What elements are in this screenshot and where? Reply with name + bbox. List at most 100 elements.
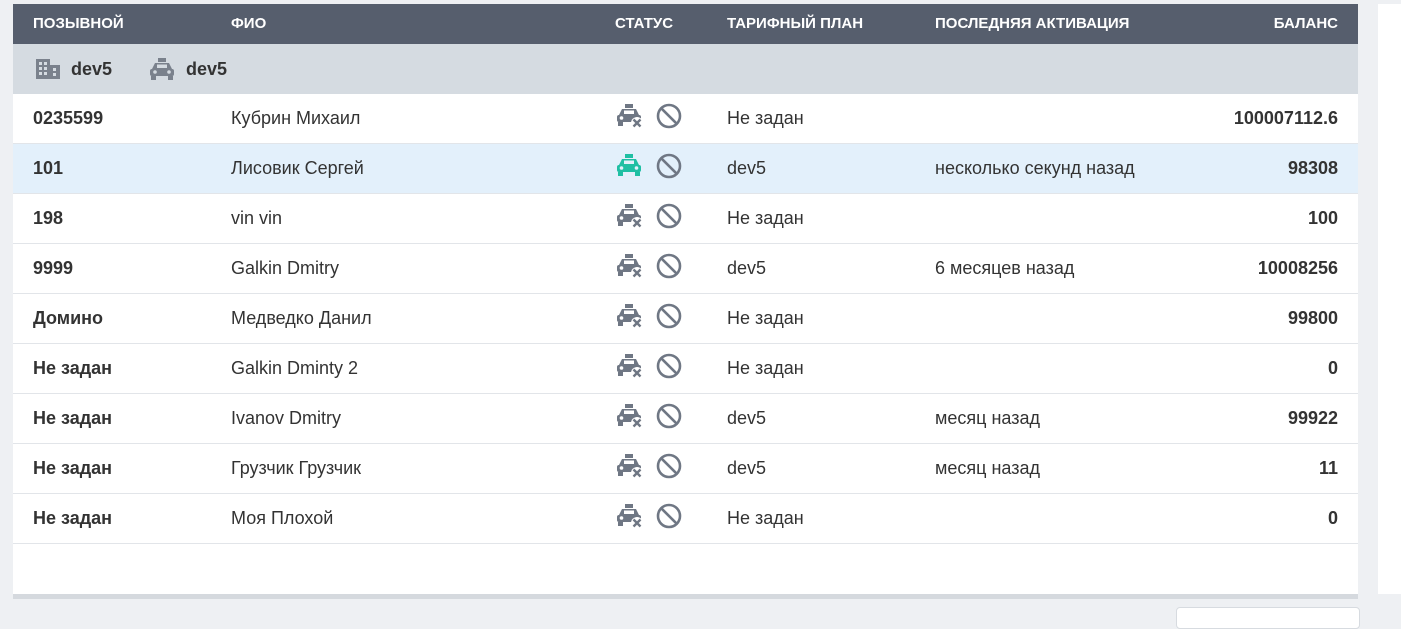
horizontal-scrollbar[interactable] <box>13 594 1358 599</box>
block-icon[interactable] <box>656 353 682 384</box>
last-activation-cell <box>935 494 1135 543</box>
callsign-cell: 101 <box>33 158 64 178</box>
last-activation-cell <box>935 194 1135 243</box>
callsign-cell: 0235599 <box>33 108 104 128</box>
balance-cell: 100007112.6 <box>1233 108 1338 128</box>
driver-name-cell: Грузчик Грузчик <box>231 458 362 478</box>
group-office: dev5 <box>35 57 112 81</box>
callsign-cell: Не задан <box>33 508 113 528</box>
last-activation-cell: несколько секунд назад <box>935 158 1135 178</box>
balance-cell: 100 <box>1307 208 1338 228</box>
callsign-cell: 9999 <box>33 258 74 278</box>
table-row[interactable]: Домино Медведко Данил Не задан 99800 <box>13 294 1358 344</box>
block-icon[interactable] <box>656 403 682 434</box>
group-row[interactable]: dev5 dev5 <box>13 44 1358 94</box>
driver-name-cell: Galkin Dmitry <box>231 258 340 278</box>
header-name[interactable]: ФИО <box>231 15 266 32</box>
last-activation-cell: 6 месяцев назад <box>935 258 1075 278</box>
block-icon[interactable] <box>656 103 682 134</box>
status-cell <box>616 394 682 443</box>
block-icon[interactable] <box>656 153 682 184</box>
table-row[interactable]: 9999 Galkin Dmitry dev5 6 месяцев назад … <box>13 244 1358 294</box>
car-offline-icon <box>616 103 644 134</box>
tariff-cell: dev5 <box>727 458 767 478</box>
table-row[interactable]: Не задан Грузчик Грузчик dev5 месяц наза… <box>13 444 1358 494</box>
last-activation-cell: месяц назад <box>935 408 1040 428</box>
status-cell <box>616 94 682 143</box>
tariff-cell: Не задан <box>727 308 804 328</box>
block-icon[interactable] <box>656 303 682 334</box>
side-panel <box>1378 4 1401 594</box>
callsign-cell: Домино <box>33 308 104 328</box>
taxi-car-icon <box>150 58 174 80</box>
table-row[interactable]: 101 Лисовик Сергей dev5 несколько секунд… <box>13 144 1358 194</box>
car-offline-icon <box>616 353 644 384</box>
tariff-cell: dev5 <box>727 258 767 278</box>
balance-cell: 0 <box>1327 358 1338 378</box>
car-offline-icon <box>616 453 644 484</box>
table-row[interactable]: Не задан Моя Плохой Не задан 0 <box>13 494 1358 544</box>
header-balance[interactable]: БАЛАНС <box>1274 15 1338 32</box>
status-cell <box>616 144 682 193</box>
table-header: ПОЗЫВНОЙ ФИО СТАТУС ТАРИФНЫЙ ПЛАН ПОСЛЕД… <box>13 4 1358 44</box>
header-callsign[interactable]: ПОЗЫВНОЙ <box>33 15 124 32</box>
block-icon[interactable] <box>656 453 682 484</box>
balance-cell: 11 <box>1318 458 1338 478</box>
tariff-cell: Не задан <box>727 508 804 528</box>
tariff-cell: Не задан <box>727 108 804 128</box>
office-building-icon <box>36 59 60 79</box>
group-car-label: dev5 <box>186 58 228 79</box>
driver-name-cell: Кубрин Михаил <box>231 108 361 128</box>
car-online-icon <box>616 153 644 184</box>
tariff-cell: dev5 <box>727 158 767 178</box>
driver-name-cell: Ivanov Dmitry <box>231 408 342 428</box>
table-row[interactable]: 198 vin vin Не задан 100 <box>13 194 1358 244</box>
header-last-activation[interactable]: ПОСЛЕДНЯЯ АКТИВАЦИЯ <box>935 15 1129 32</box>
callsign-cell: 198 <box>33 208 64 228</box>
drivers-table: ПОЗЫВНОЙ ФИО СТАТУС ТАРИФНЫЙ ПЛАН ПОСЛЕД… <box>13 4 1358 594</box>
balance-cell: 98308 <box>1287 158 1338 178</box>
header-status[interactable]: СТАТУС <box>615 15 673 32</box>
table-body: 0235599 Кубрин Михаил Не задан 100007112… <box>13 94 1358 544</box>
driver-name-cell: Медведко Данил <box>231 308 372 328</box>
tariff-cell: dev5 <box>727 408 767 428</box>
driver-name-cell: Galkin Dminty 2 <box>231 358 359 378</box>
tariff-cell: Не задан <box>727 208 804 228</box>
balance-cell: 99922 <box>1287 408 1338 428</box>
table-row[interactable]: 0235599 Кубрин Михаил Не задан 100007112… <box>13 94 1358 144</box>
header-tariff[interactable]: ТАРИФНЫЙ ПЛАН <box>727 15 863 32</box>
driver-name-cell: Лисовик Сергей <box>231 158 364 178</box>
status-cell <box>616 194 682 243</box>
driver-name-cell: Моя Плохой <box>231 508 334 528</box>
status-cell <box>616 494 682 543</box>
last-activation-cell <box>935 294 1135 343</box>
bottom-button[interactable] <box>1176 607 1360 629</box>
table-row[interactable]: Не задан Galkin Dminty 2 Не задан 0 <box>13 344 1358 394</box>
status-cell <box>616 294 682 343</box>
balance-cell: 99800 <box>1287 308 1338 328</box>
callsign-cell: Не задан <box>33 458 113 478</box>
last-activation-cell: месяц назад <box>935 458 1040 478</box>
car-offline-icon <box>616 253 644 284</box>
block-icon[interactable] <box>656 503 682 534</box>
block-icon[interactable] <box>656 203 682 234</box>
callsign-cell: Не задан <box>33 408 113 428</box>
car-offline-icon <box>616 503 644 534</box>
status-cell <box>616 244 682 293</box>
callsign-cell: Не задан <box>33 358 113 378</box>
status-cell <box>616 444 682 493</box>
last-activation-cell <box>935 344 1135 393</box>
block-icon[interactable] <box>656 253 682 284</box>
group-car: dev5 <box>148 57 227 81</box>
car-offline-icon <box>616 403 644 434</box>
driver-name-cell: vin vin <box>231 208 283 228</box>
balance-cell: 0 <box>1327 508 1338 528</box>
group-office-label: dev5 <box>71 58 113 79</box>
car-offline-icon <box>616 303 644 334</box>
last-activation-cell <box>935 94 1135 143</box>
balance-cell: 10008256 <box>1257 258 1338 278</box>
table-row[interactable]: Не задан Ivanov Dmitry dev5 месяц назад … <box>13 394 1358 444</box>
status-cell <box>616 344 682 393</box>
car-offline-icon <box>616 203 644 234</box>
tariff-cell: Не задан <box>727 358 804 378</box>
